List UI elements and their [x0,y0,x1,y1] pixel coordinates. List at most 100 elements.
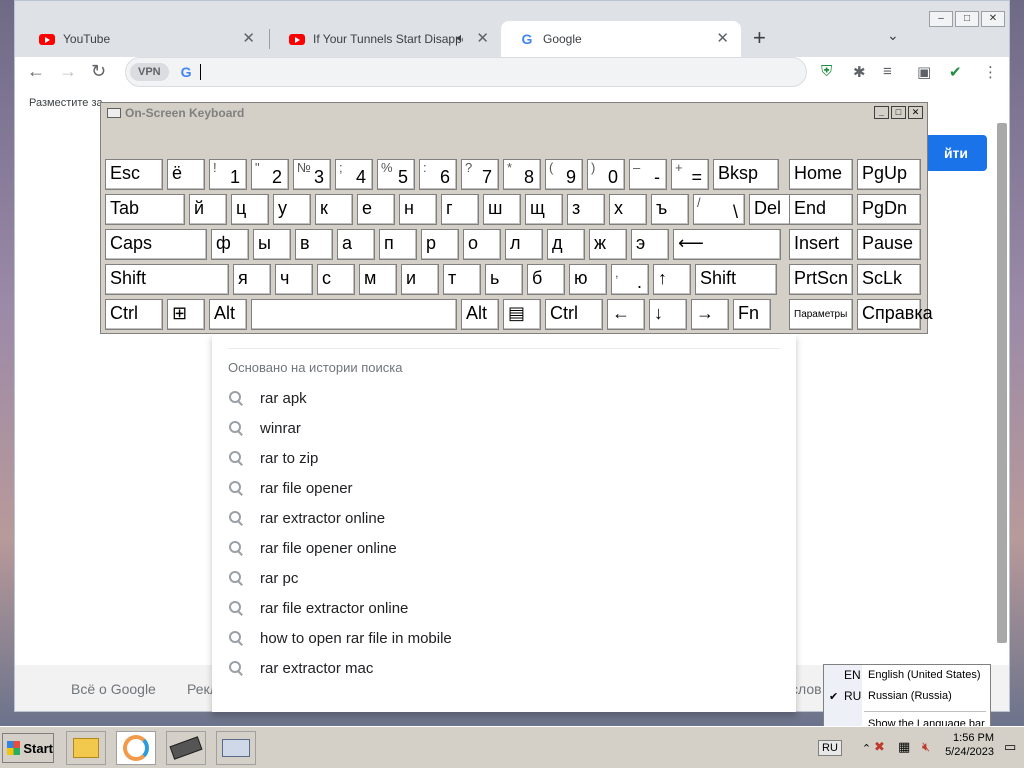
reload-icon[interactable]: ↻ [91,61,106,82]
sidepanel-icon[interactable]: ▣ [917,63,931,81]
osk-key[interactable]: л [505,229,543,260]
osk-key[interactable]: ⟵ [673,229,781,260]
osk-key[interactable]: ж [589,229,627,260]
vpn-badge[interactable]: VPN [130,63,169,81]
osk-key[interactable]: ) 0 [587,159,625,190]
osk-key[interactable]: г [441,194,479,225]
osk-key[interactable]: в [295,229,333,260]
osk-key[interactable]: е [357,194,395,225]
osk-key[interactable]: а [337,229,375,260]
osk-key[interactable] [251,299,457,330]
suggestion-item[interactable]: rar extractor online [228,503,385,533]
suggestion-item[interactable]: rar file opener [228,473,353,503]
chevron-down-icon[interactable]: ⌄ [887,27,899,44]
osk-key[interactable]: з [567,194,605,225]
osk-key[interactable]: (9 [545,159,583,190]
clock[interactable]: 1:56 PM 5/24/2023 [945,731,994,759]
extensions-icon[interactable]: ✱ [853,63,866,81]
osk-key[interactable]: ⊞ [167,299,205,330]
osk-key[interactable]: / \ [693,194,745,225]
osk-key[interactable]: Alt [461,299,499,330]
osk-key[interactable]: т [443,264,481,295]
osk-key[interactable]: Pause [857,229,921,260]
osk-key[interactable]: * 8 [503,159,541,190]
osk-key[interactable]: ь [485,264,523,295]
osk-key[interactable]: ч [275,264,313,295]
scrollbar[interactable] [997,123,1007,643]
osk-key[interactable]: х [609,194,647,225]
osk-key[interactable]: к [315,194,353,225]
osk-key[interactable]: б [527,264,565,295]
osk-key[interactable]: Fn [733,299,771,330]
osk-key[interactable]: Shift [695,264,777,295]
forward-icon[interactable]: → [59,61,77,82]
osk-key[interactable]: ▤ [503,299,541,330]
tab-youtube[interactable]: YouTube ✕ [21,21,267,57]
osk-key[interactable]: у [273,194,311,225]
osk-key[interactable]: ← [607,299,645,330]
osk-taskbar-button[interactable] [216,731,256,765]
osk-key[interactable]: → [691,299,729,330]
suggestion-item[interactable]: rar to zip [228,443,318,473]
osk-key[interactable]: :6 [419,159,457,190]
close-button[interactable]: ✕ [908,106,923,119]
osk-key[interactable]: – - [629,159,667,190]
suggestion-item[interactable]: rar pc [228,563,298,593]
osk-key[interactable]: э [631,229,669,260]
suggestion-item[interactable]: rar extractor mac [228,653,373,683]
osk-key[interactable]: я [233,264,271,295]
close-icon[interactable]: ✕ [242,29,255,47]
shield-icon[interactable]: ⛨ [821,63,832,80]
sign-in-button[interactable]: йти [925,135,987,171]
maximize-button[interactable]: □ [891,106,906,119]
suggestion-item[interactable]: winrar [228,413,301,443]
new-tab-button[interactable]: + [753,25,766,51]
osk-key[interactable]: Справка [857,299,933,330]
osk-key[interactable]: й [189,194,227,225]
osk-key[interactable]: Caps [105,229,207,260]
osk-key[interactable]: Insert [789,229,853,260]
osk-key[interactable]: Ctrl [105,299,163,330]
network-error-icon[interactable]: ✖ [874,739,890,755]
tab-video[interactable]: If Your Tunnels Start Disappear 🔈︎ ✕ [271,21,501,57]
osk-key[interactable]: PgUp [857,159,921,190]
osk-key[interactable]: PrtScn [789,264,853,295]
osk-key[interactable]: Esc [105,159,163,190]
osk-key[interactable]: End [789,194,853,225]
start-button[interactable]: Start [2,733,54,763]
suggestion-item[interactable]: rar file extractor online [228,593,408,623]
osk-key[interactable]: ! 1 [209,159,247,190]
display-icon[interactable]: ▦ [898,739,914,755]
osk-key[interactable]: Tab [105,194,185,225]
back-icon[interactable]: ← [27,61,45,82]
osk-key[interactable]: " 2 [251,159,289,190]
minimize-button[interactable]: _ [874,106,889,119]
minimize-button[interactable]: – [929,11,953,27]
osk-key[interactable]: с [317,264,355,295]
osk-key[interactable]: ↓ [649,299,687,330]
maximize-button[interactable]: □ [955,11,979,27]
osk-key[interactable]: ↑ [653,264,691,295]
osk-key[interactable]: ,. [611,264,649,295]
osk-key[interactable]: ш [483,194,521,225]
media-icon[interactable]: ≡ [883,63,892,80]
osk-key[interactable]: щ [525,194,563,225]
menu-icon[interactable]: ⋮ [983,63,998,81]
osk-key[interactable]: п [379,229,417,260]
tab-google[interactable]: G Google ✕ [501,21,741,57]
osk-key[interactable]: ? 7 [461,159,499,190]
security-icon[interactable]: ✔ [949,63,962,81]
osk-key[interactable]: о [463,229,501,260]
osk-key[interactable]: ы [253,229,291,260]
osk-key[interactable]: ё [167,159,205,190]
osk-key[interactable]: н [399,194,437,225]
suggestion-item[interactable]: rar file opener online [228,533,397,563]
desktop-icon[interactable]: ▭ [1004,739,1020,755]
close-icon[interactable]: ✕ [476,29,489,47]
osk-key[interactable]: + = [671,159,709,190]
osk-key[interactable]: Bksp [713,159,779,190]
language-indicator[interactable]: RU [818,740,842,756]
suggestion-item[interactable]: how to open rar file in mobile [228,623,452,653]
speaker-icon[interactable]: 🔈︎ [457,30,465,46]
chevron-up-icon[interactable]: ⌃ [862,742,871,755]
